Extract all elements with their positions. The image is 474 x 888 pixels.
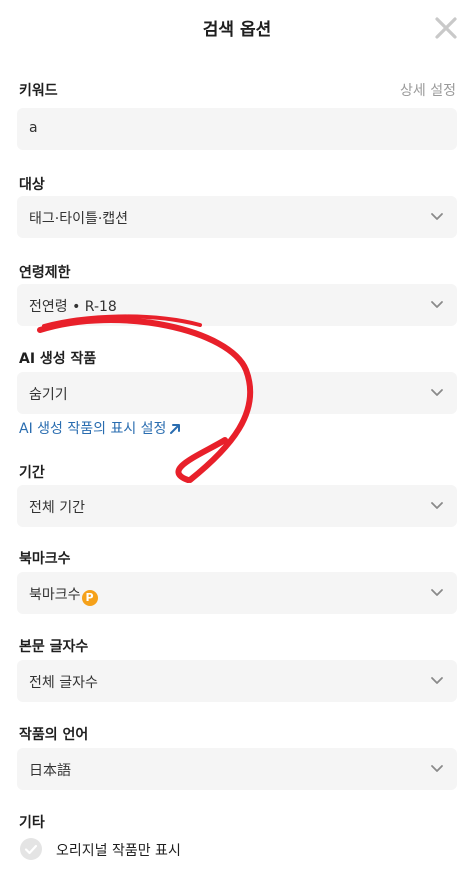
bookmarks-label: 북마크수 — [19, 551, 71, 567]
chevron-down-icon — [431, 589, 443, 596]
bookmarks-value-wrap: 북마크수 P — [29, 584, 98, 606]
keyword-value: a — [29, 120, 38, 136]
bookmarks-value: 북마크수 — [29, 587, 81, 603]
checkbox-circle — [20, 838, 42, 860]
original-only-label: 오리지널 작품만 표시 — [56, 843, 181, 859]
char-count-value: 전체 글자수 — [29, 675, 98, 691]
header: 검색 옵션 — [0, 0, 474, 56]
detail-settings-link[interactable]: 상세 설정 — [400, 80, 456, 100]
ai-display-settings-label: AI 생성 작품의 표시 설정 — [19, 421, 167, 437]
chevron-down-icon — [431, 301, 443, 308]
language-value: 日本語 — [29, 763, 71, 779]
char-count-label: 본문 글자수 — [19, 639, 89, 655]
language-label: 작품의 언어 — [19, 727, 89, 743]
chevron-down-icon — [431, 502, 443, 509]
ai-display-settings-link[interactable]: AI 생성 작품의 표시 설정 — [19, 418, 181, 438]
period-select[interactable]: 전체 기간 — [17, 485, 457, 527]
char-count-select[interactable]: 전체 글자수 — [17, 660, 457, 702]
close-button[interactable] — [432, 14, 460, 42]
chevron-down-icon — [431, 765, 443, 772]
bookmarks-select[interactable]: 북마크수 P — [17, 572, 457, 614]
check-icon — [24, 844, 38, 855]
ai-works-select[interactable]: 숨기기 — [17, 372, 457, 414]
chevron-down-icon — [431, 213, 443, 220]
other-label: 기타 — [19, 815, 45, 831]
keyword-input[interactable]: a — [17, 108, 457, 150]
age-limit-value: 전연령 • R-18 — [29, 299, 117, 315]
close-icon — [435, 17, 457, 39]
target-select[interactable]: 태그·타이틀·캡션 — [17, 196, 457, 238]
target-value: 태그·타이틀·캡션 — [29, 211, 129, 227]
age-limit-select[interactable]: 전연령 • R-18 — [17, 284, 457, 326]
ai-works-value: 숨기기 — [29, 387, 68, 403]
keyword-label: 키워드 — [19, 83, 58, 99]
period-label: 기간 — [19, 465, 45, 481]
period-value: 전체 기간 — [29, 500, 85, 516]
page-title: 검색 옵션 — [202, 20, 272, 40]
age-limit-label: 연령제한 — [19, 265, 71, 281]
external-arrow-icon — [170, 424, 181, 434]
chevron-down-icon — [431, 389, 443, 396]
premium-icon: P — [81, 590, 98, 606]
target-label: 대상 — [19, 177, 45, 193]
chevron-down-icon — [431, 677, 443, 684]
ai-works-label: AI 생성 작품 — [19, 351, 97, 367]
language-select[interactable]: 日本語 — [17, 748, 457, 790]
